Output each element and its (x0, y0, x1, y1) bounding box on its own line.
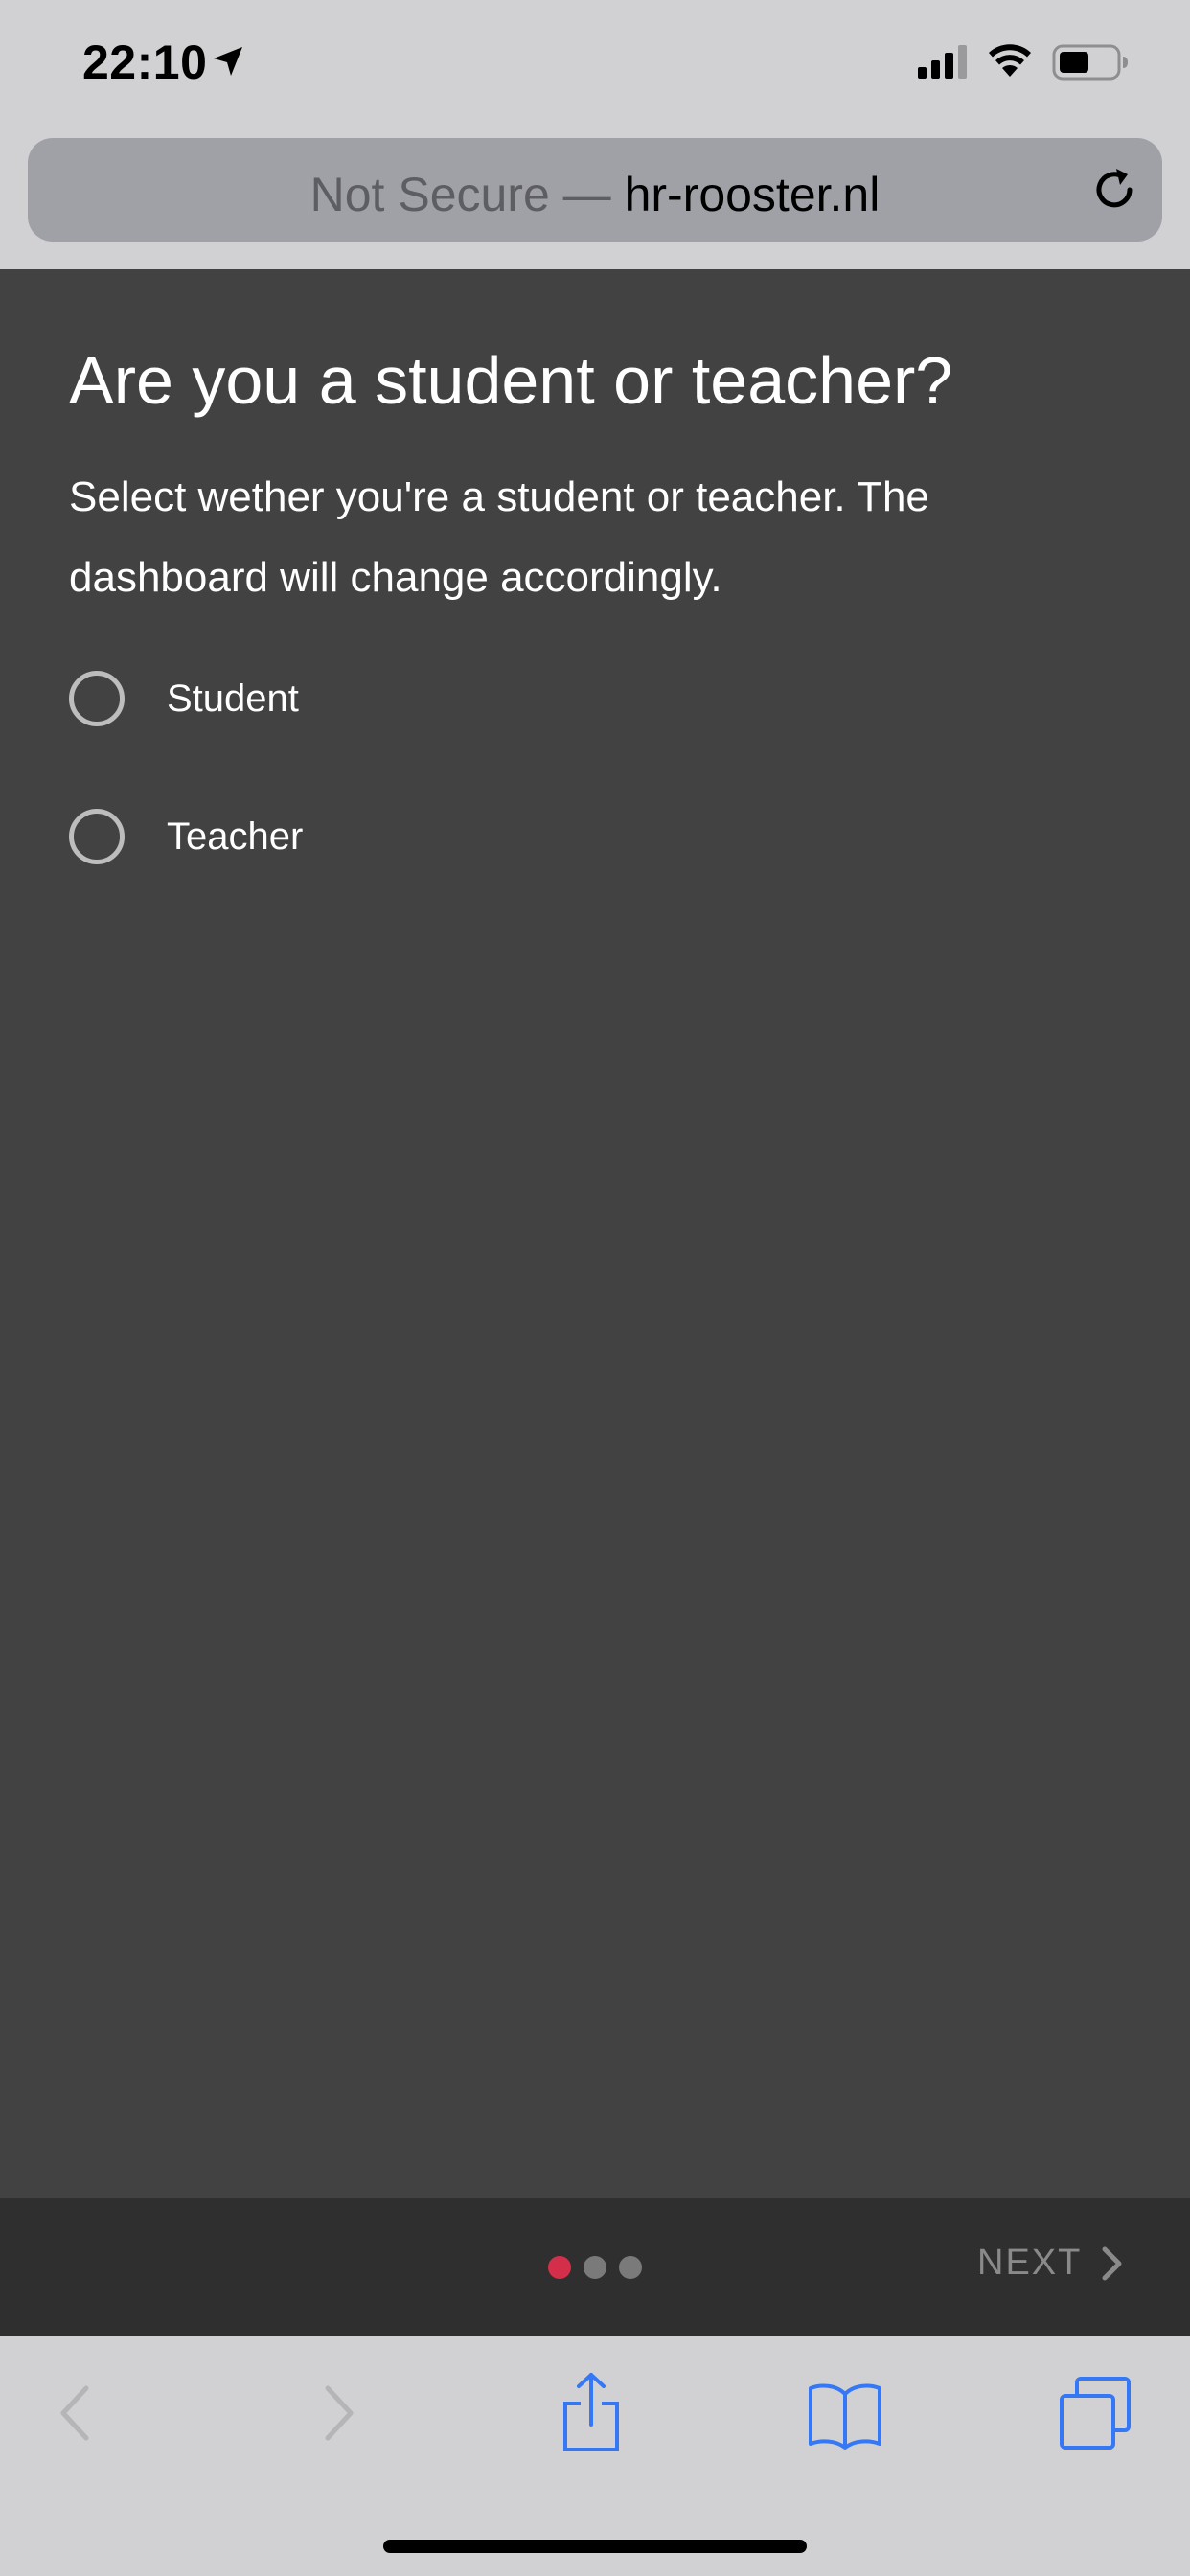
url-text: Not Secure — hr-rooster.nl (28, 167, 1162, 222)
bookmarks-icon[interactable] (807, 2380, 883, 2451)
wifi-icon (989, 44, 1031, 77)
status-bar: 22:10 (0, 0, 1190, 129)
location-arrow-icon (214, 47, 242, 76)
chevron-right-icon (1102, 2246, 1122, 2280)
step-dot-3 (619, 2256, 642, 2279)
reload-icon[interactable] (1087, 163, 1141, 217)
forward-icon[interactable] (320, 2384, 358, 2442)
student-label[interactable]: Student (167, 678, 299, 721)
share-icon[interactable] (561, 2371, 621, 2453)
home-indicator (383, 2540, 807, 2553)
status-time: 22:10 (82, 35, 208, 89)
step-dot-2 (584, 2256, 606, 2279)
next-button[interactable]: NEXT (977, 2242, 1124, 2284)
teacher-option[interactable]: Teacher (69, 808, 303, 865)
page-title: Are you a student or teacher? (69, 343, 953, 418)
cellular-signal-icon (918, 45, 967, 79)
tabs-icon[interactable] (1058, 2375, 1134, 2451)
address-bar[interactable]: Not Secure — hr-rooster.nl (28, 138, 1162, 242)
student-radio[interactable] (69, 671, 125, 726)
step-indicator (548, 2256, 642, 2279)
step-dot-1 (548, 2256, 571, 2279)
next-label: NEXT (977, 2242, 1083, 2283)
stepper-footer: NEXT (0, 2198, 1190, 2336)
teacher-radio[interactable] (69, 809, 125, 864)
back-icon[interactable] (56, 2384, 94, 2442)
url-domain: hr-rooster.nl (624, 168, 881, 221)
battery-icon (1052, 44, 1128, 80)
teacher-label[interactable]: Teacher (167, 816, 303, 859)
onboarding-content: Are you a student or teacher? Select wet… (0, 269, 1190, 2198)
student-option[interactable]: Student (69, 670, 299, 727)
security-label: Not Secure — (309, 168, 611, 221)
page-subtitle: Select wether you're a student or teache… (69, 473, 929, 601)
